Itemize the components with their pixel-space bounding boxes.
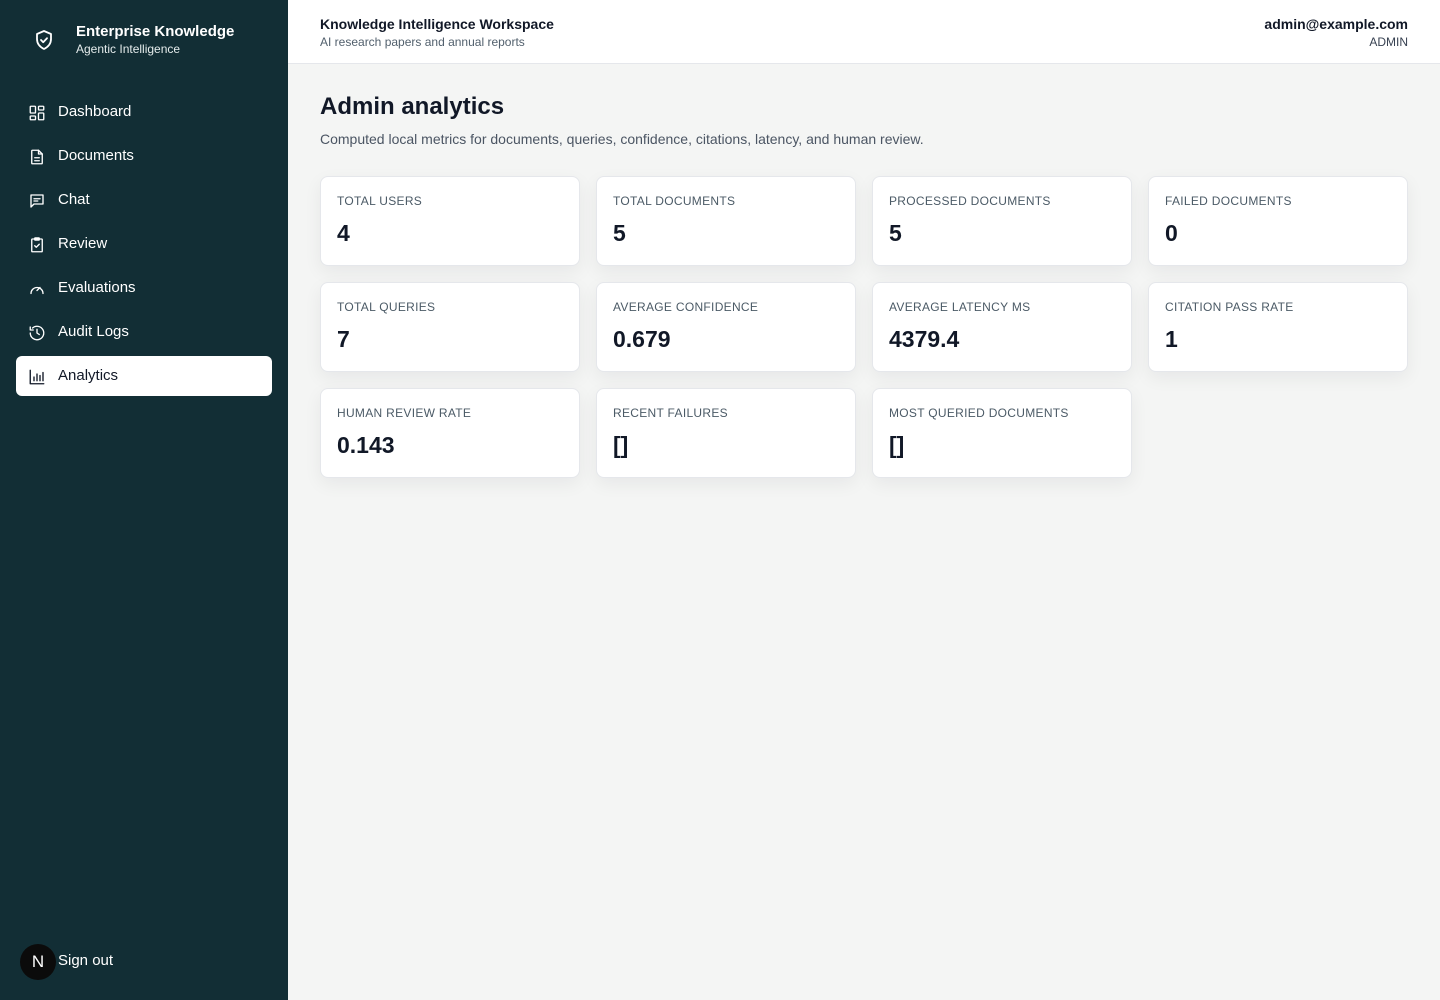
metric-card-processed-documents: PROCESSED DOCUMENTS 5 [872, 176, 1132, 266]
metric-card-total-queries: TOTAL QUERIES 7 [320, 282, 580, 372]
metric-label: FAILED DOCUMENTS [1165, 194, 1292, 208]
sign-out-label: Sign out [58, 952, 114, 969]
sidebar-item-audit-logs[interactable]: Audit Logs [16, 312, 272, 352]
sidebar-item-label: Dashboard [58, 103, 132, 120]
metric-label: PROCESSED DOCUMENTS [889, 194, 1051, 208]
user-role: ADMIN [1369, 35, 1408, 49]
metric-value: [] [889, 432, 905, 458]
layout-dashboard-icon [29, 105, 45, 121]
clipboard-check-icon [31, 237, 43, 253]
metric-card-human-review-rate: HUMAN REVIEW RATE 0.143 [320, 388, 580, 478]
sign-out-button[interactable]: N Sign out [16, 940, 272, 980]
metric-value: 0 [1165, 220, 1178, 246]
metric-label: AVERAGE LATENCY MS [889, 300, 1031, 314]
sidebar-item-label: Audit Logs [58, 323, 129, 340]
metric-value: [] [613, 432, 629, 458]
metrics-grid: TOTAL USERS 4 TOTAL DOCUMENTS 5 PROCESSE… [320, 176, 1408, 478]
metric-value: 4 [337, 220, 350, 246]
sidebar-item-documents[interactable]: Documents [16, 136, 272, 176]
metric-card-failed-documents: FAILED DOCUMENTS 0 [1148, 176, 1408, 266]
sidebar-nav: Dashboard Documents Chat Review Evaluati… [16, 92, 272, 400]
sidebar-item-label: Analytics [58, 367, 119, 384]
metric-value: 5 [613, 220, 626, 246]
metric-card-recent-failures: RECENT FAILURES [] [596, 388, 856, 478]
metric-value: 0.143 [337, 432, 395, 458]
brand-subtitle: Agentic Intelligence [76, 42, 181, 56]
metric-value: 1 [1165, 326, 1178, 352]
metric-value: 7 [337, 326, 350, 352]
metric-card-total-documents: TOTAL DOCUMENTS 5 [596, 176, 856, 266]
message-square-icon [30, 194, 44, 208]
brand-title: Enterprise Knowledge [76, 23, 235, 40]
workspace-subtitle: AI research papers and annual reports [320, 35, 525, 49]
page-title: Admin analytics [320, 93, 505, 120]
sidebar-item-review[interactable]: Review [16, 224, 272, 264]
sidebar-item-analytics[interactable]: Analytics [16, 356, 272, 396]
workspace-title: Knowledge Intelligence Workspace [320, 16, 554, 32]
page-description: Computed local metrics for documents, qu… [320, 131, 924, 147]
metric-label: TOTAL DOCUMENTS [613, 194, 736, 208]
metric-label: MOST QUERIED DOCUMENTS [889, 406, 1069, 420]
sidebar-item-dashboard[interactable]: Dashboard [16, 92, 272, 132]
metric-value: 0.679 [613, 326, 671, 352]
metric-label: TOTAL USERS [337, 194, 423, 208]
metric-card-citation-pass-rate: CITATION PASS RATE 1 [1148, 282, 1408, 372]
history-icon [29, 325, 45, 341]
sidebar-item-label: Documents [58, 147, 134, 164]
metric-card-most-queried-documents: MOST QUERIED DOCUMENTS [] [872, 388, 1132, 478]
sidebar-item-label: Review [58, 235, 108, 252]
avatar: N [20, 944, 56, 980]
gauge-icon [30, 286, 44, 295]
metric-label: TOTAL QUERIES [337, 300, 436, 314]
sidebar-item-label: Chat [58, 191, 90, 208]
shield-check-icon [36, 30, 52, 50]
metric-card-average-latency: AVERAGE LATENCY MS 4379.4 [872, 282, 1132, 372]
metric-label: CITATION PASS RATE [1165, 300, 1294, 314]
metric-value: 4379.4 [889, 326, 960, 352]
sidebar-item-chat[interactable]: Chat [16, 180, 272, 220]
metric-card-average-confidence: AVERAGE CONFIDENCE 0.679 [596, 282, 856, 372]
sidebar-item-evaluations[interactable]: Evaluations [16, 268, 272, 308]
metric-label: HUMAN REVIEW RATE [337, 406, 472, 420]
sidebar: Enterprise Knowledge Agentic Intelligenc… [0, 0, 288, 1000]
bar-chart-icon [29, 369, 45, 385]
metric-label: AVERAGE CONFIDENCE [613, 300, 759, 314]
metric-value: 5 [889, 220, 902, 246]
metric-label: RECENT FAILURES [613, 406, 728, 420]
top-bar: Knowledge Intelligence Workspace AI rese… [288, 0, 1440, 64]
sidebar-item-label: Evaluations [58, 279, 136, 296]
user-email: admin@example.com [1264, 16, 1408, 32]
brand: Enterprise Knowledge Agentic Intelligenc… [16, 16, 272, 64]
file-text-icon [31, 149, 43, 165]
metric-card-total-users: TOTAL USERS 4 [320, 176, 580, 266]
